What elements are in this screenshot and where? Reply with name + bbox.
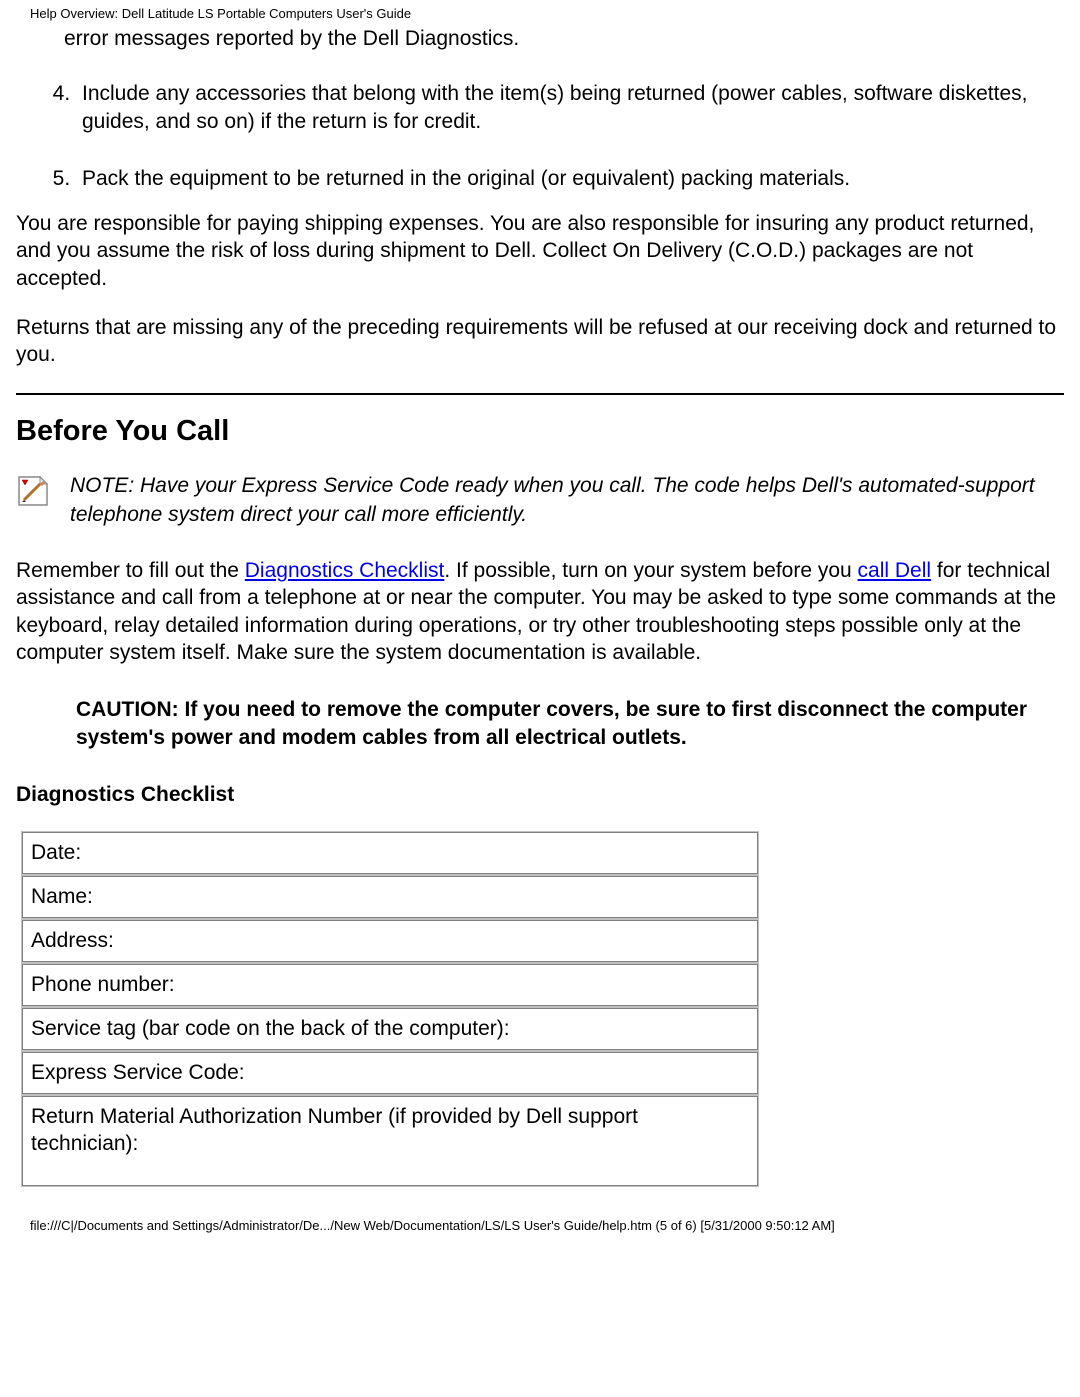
list-item-4: Include any accessories that belong with… [76, 80, 1064, 135]
list-item-5: Pack the equipment to be returned in the… [76, 165, 1064, 192]
diagnostics-checklist-link[interactable]: Diagnostics Checklist [245, 559, 445, 582]
returns-refused-paragraph: Returns that are missing any of the prec… [16, 314, 1064, 369]
note-block: NOTE: Have your Express Service Code rea… [16, 472, 1064, 529]
note-icon [16, 474, 50, 515]
before-you-call-heading: Before You Call [16, 413, 1064, 451]
note-text: NOTE: Have your Express Service Code rea… [70, 472, 1064, 529]
checklist-row-name: Name: [22, 876, 758, 918]
remember-text-b: . If possible, turn on your system befor… [444, 559, 857, 582]
checklist-row-date: Date: [22, 832, 758, 874]
checklist-row-phone: Phone number: [22, 964, 758, 1006]
diagnostics-checklist-table: Date: Name: Address: Phone number: Servi… [20, 830, 760, 1188]
checklist-row-rma: Return Material Authorization Number (if… [22, 1096, 758, 1186]
list-item-3-partial: error messages reported by the Dell Diag… [58, 25, 1064, 52]
call-dell-link[interactable]: call Dell [858, 559, 932, 582]
page-footer: file:///C|/Documents and Settings/Admini… [0, 1188, 1080, 1243]
section-divider [16, 393, 1064, 395]
return-steps-list: error messages reported by the Dell Diag… [16, 25, 1064, 192]
shipping-responsibility-paragraph: You are responsible for paying shipping … [16, 210, 1064, 292]
checklist-row-address: Address: [22, 920, 758, 962]
diagnostics-checklist-heading: Diagnostics Checklist [16, 781, 1064, 808]
caution-block: CAUTION: If you need to remove the compu… [76, 696, 1064, 751]
page-header-title: Help Overview: Dell Latitude LS Portable… [0, 0, 1080, 25]
remember-paragraph: Remember to fill out the Diagnostics Che… [16, 557, 1064, 666]
main-content: error messages reported by the Dell Diag… [0, 25, 1080, 1188]
checklist-row-service-tag: Service tag (bar code on the back of the… [22, 1008, 758, 1050]
remember-text-a: Remember to fill out the [16, 559, 245, 582]
checklist-row-express-code: Express Service Code: [22, 1052, 758, 1094]
